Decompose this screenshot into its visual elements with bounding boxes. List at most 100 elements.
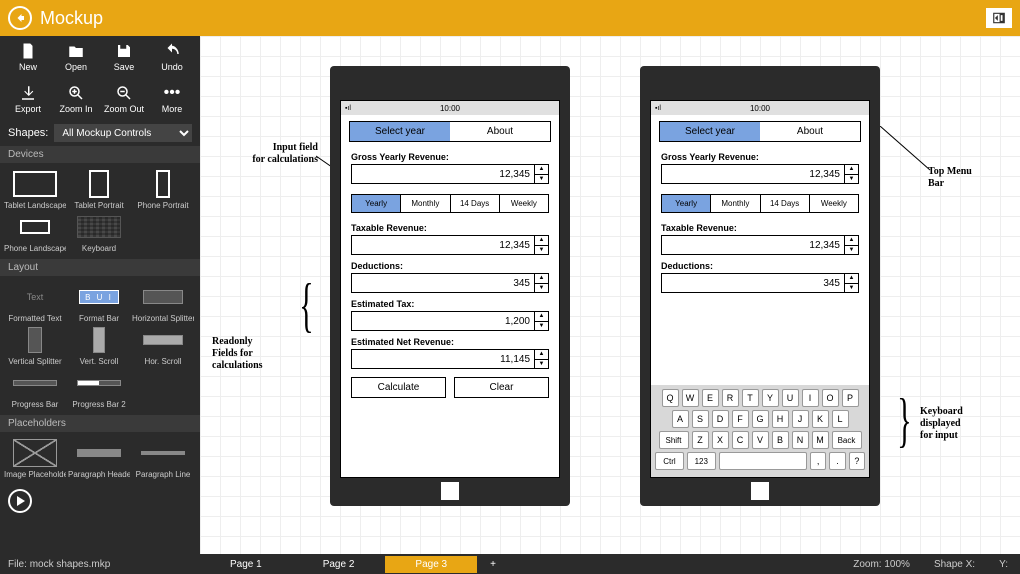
key-123[interactable]: 123 xyxy=(687,452,716,470)
seg-yearly[interactable]: Yearly xyxy=(662,195,711,212)
tab-select-year[interactable]: Select year xyxy=(350,122,450,141)
key-n[interactable]: N xyxy=(792,431,809,449)
key-c[interactable]: C xyxy=(732,431,749,449)
seg-monthly[interactable]: Monthly xyxy=(711,195,760,212)
shape-vert-scroll[interactable]: Vert. Scroll xyxy=(68,325,130,366)
key-,[interactable]: , xyxy=(810,452,826,470)
shape-progress-bar[interactable]: Progress Bar xyxy=(4,368,66,409)
phone-mockup-1[interactable]: ▪ıl10:00 Select year About Gross Yearly … xyxy=(330,66,570,506)
chevron-up-icon[interactable]: ▲ xyxy=(535,165,548,175)
annotation-keyboard: Keyboarddisplayedfor input xyxy=(920,406,963,442)
key-d[interactable]: D xyxy=(712,410,729,428)
key-y[interactable]: Y xyxy=(762,389,779,407)
key-j[interactable]: J xyxy=(792,410,809,428)
key-ctrl[interactable]: Ctrl xyxy=(655,452,684,470)
shape-hor-scroll[interactable]: Hor. Scroll xyxy=(132,325,194,366)
key-.[interactable]: . xyxy=(829,452,845,470)
taxable-label: Taxable Revenue: xyxy=(651,217,869,235)
seg-14days[interactable]: 14 Days xyxy=(761,195,810,212)
dock-right-button[interactable] xyxy=(986,8,1012,28)
seg-weekly[interactable]: Weekly xyxy=(810,195,858,212)
gross-input[interactable]: ▲▼ xyxy=(661,164,859,184)
zoom-info: Zoom: 100% xyxy=(841,559,922,570)
shape-horizontal-splitter[interactable]: Horizontal Splitter xyxy=(132,282,194,323)
calculate-button[interactable]: Calculate xyxy=(351,377,446,398)
seg-yearly[interactable]: Yearly xyxy=(352,195,401,212)
page-tabs: Page 1Page 2Page 3+ xyxy=(200,556,841,573)
seg-14days[interactable]: 14 Days xyxy=(451,195,500,212)
key-a[interactable]: A xyxy=(672,410,689,428)
shape-phone-portrait[interactable]: Phone Portrait xyxy=(132,169,194,210)
shape-paragraph-header[interactable]: Paragraph Header xyxy=(68,438,130,479)
tab-select-year[interactable]: Select year xyxy=(660,122,760,141)
clear-button[interactable]: Clear xyxy=(454,377,549,398)
shape-tablet-portrait[interactable]: Tablet Portrait xyxy=(68,169,130,210)
open-button[interactable]: Open xyxy=(53,42,99,72)
key-x[interactable]: X xyxy=(712,431,729,449)
app-header: Mockup xyxy=(0,0,1020,36)
key-s[interactable]: S xyxy=(692,410,709,428)
taxable-input[interactable]: ▲▼ xyxy=(351,235,549,255)
zoom-out-button[interactable]: Zoom Out xyxy=(101,84,147,114)
key-o[interactable]: O xyxy=(822,389,839,407)
page-tab-1[interactable]: Page 1 xyxy=(200,556,292,573)
phone-mockup-2[interactable]: ▪ıl10:00 Select year About Gross Yearly … xyxy=(640,66,880,506)
key-e[interactable]: E xyxy=(702,389,719,407)
deductions-input[interactable]: ▲▼ xyxy=(661,273,859,293)
chevron-down-icon[interactable]: ▼ xyxy=(535,175,548,184)
annotation-readonly: ReadonlyFields forcalculations xyxy=(212,336,263,372)
tax-input[interactable]: ▲▼ xyxy=(351,311,549,331)
play-button[interactable] xyxy=(8,489,32,513)
canvas[interactable]: Input fieldfor calculations { ReadonlyFi… xyxy=(200,36,1020,554)
more-button[interactable]: •••More xyxy=(149,84,195,114)
key-h[interactable]: H xyxy=(772,410,789,428)
shape-tablet-landscape[interactable]: Tablet Landscape xyxy=(4,169,66,210)
key-z[interactable]: Z xyxy=(692,431,709,449)
deductions-input[interactable]: ▲▼ xyxy=(351,273,549,293)
seg-monthly[interactable]: Monthly xyxy=(401,195,450,212)
key-k[interactable]: K xyxy=(812,410,829,428)
back-button[interactable] xyxy=(8,6,32,30)
zoom-in-button[interactable]: Zoom In xyxy=(53,84,99,114)
key-u[interactable]: U xyxy=(782,389,799,407)
tab-about[interactable]: About xyxy=(760,122,860,141)
page-tab-3[interactable]: Page 3 xyxy=(385,556,477,573)
shape-vertical-splitter[interactable]: Vertical Splitter xyxy=(4,325,66,366)
shape-phone-landscape[interactable]: Phone Landscape xyxy=(4,212,66,253)
undo-button[interactable]: Undo xyxy=(149,42,195,72)
key-w[interactable]: W xyxy=(682,389,699,407)
key-space[interactable] xyxy=(719,452,807,470)
key-r[interactable]: R xyxy=(722,389,739,407)
add-page-button[interactable]: + xyxy=(478,556,508,573)
save-button[interactable]: Save xyxy=(101,42,147,72)
status-bar: ▪ıl10:00 xyxy=(341,101,559,115)
taxable-input[interactable]: ▲▼ xyxy=(661,235,859,255)
key-t[interactable]: T xyxy=(742,389,759,407)
shape-formatted-text[interactable]: TextFormatted Text xyxy=(4,282,66,323)
key-l[interactable]: L xyxy=(832,410,849,428)
gross-input[interactable]: ▲▼ xyxy=(351,164,549,184)
shape-image-placeholder[interactable]: Image Placeholder xyxy=(4,438,66,479)
shape-keyboard[interactable]: Keyboard xyxy=(68,212,130,253)
key-q[interactable]: Q xyxy=(662,389,679,407)
net-input[interactable]: ▲▼ xyxy=(351,349,549,369)
tab-about[interactable]: About xyxy=(450,122,550,141)
new-button[interactable]: New xyxy=(5,42,51,72)
key-f[interactable]: F xyxy=(732,410,749,428)
key-v[interactable]: V xyxy=(752,431,769,449)
key-p[interactable]: P xyxy=(842,389,859,407)
key-shift[interactable]: Shift xyxy=(659,431,689,449)
page-tab-2[interactable]: Page 2 xyxy=(293,556,385,573)
shape-format-bar[interactable]: B U IFormat Bar xyxy=(68,282,130,323)
key-back[interactable]: Back xyxy=(832,431,862,449)
shape-progress-bar-2[interactable]: Progress Bar 2 xyxy=(68,368,130,409)
seg-weekly[interactable]: Weekly xyxy=(500,195,548,212)
key-?[interactable]: ? xyxy=(849,452,865,470)
key-b[interactable]: B xyxy=(772,431,789,449)
shape-paragraph-line[interactable]: Paragraph Line xyxy=(132,438,194,479)
key-g[interactable]: G xyxy=(752,410,769,428)
export-button[interactable]: Export xyxy=(5,84,51,114)
key-i[interactable]: I xyxy=(802,389,819,407)
shapes-select[interactable]: All Mockup Controls xyxy=(54,124,192,142)
key-m[interactable]: M xyxy=(812,431,829,449)
